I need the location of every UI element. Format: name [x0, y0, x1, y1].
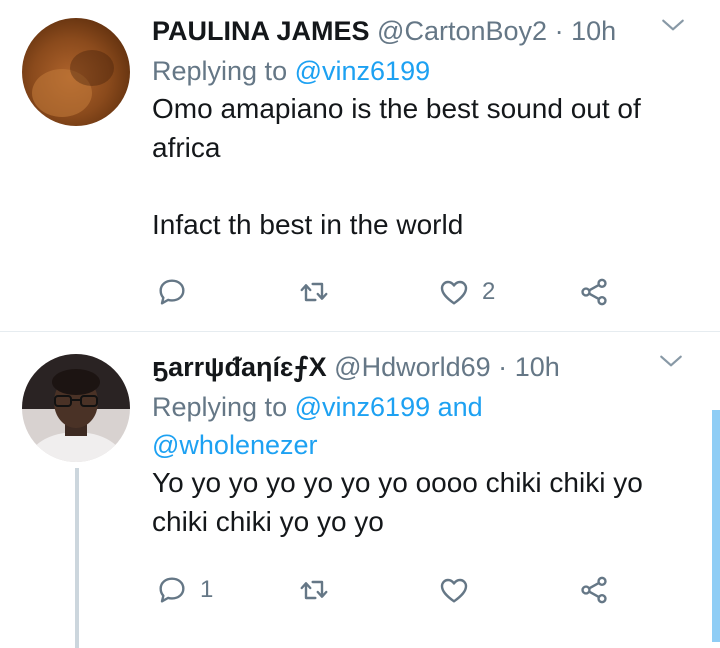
retweet-button[interactable] — [298, 570, 330, 610]
separator: · — [498, 352, 508, 382]
tweet-actions: 2 — [152, 272, 612, 312]
mention-link[interactable]: @vinz6199 — [295, 392, 431, 422]
reply-icon — [159, 279, 185, 305]
chevron-down-icon[interactable] — [660, 12, 686, 38]
retweet-button[interactable] — [298, 272, 330, 312]
user-handle[interactable]: @CartonBoy2 — [377, 16, 547, 46]
thread-line — [75, 468, 79, 648]
tweet-header: ҕarrψᵭaηíɛ⨍X @Hdworld69 · 10h — [152, 346, 706, 388]
chevron-down-icon[interactable] — [658, 348, 684, 374]
share-button[interactable] — [578, 272, 610, 312]
replying-prefix: Replying to — [152, 392, 288, 422]
tweet[interactable]: PAULINA JAMES @CartonBoy2 · 10h Replying… — [0, 0, 720, 332]
tweet-text-line: africa — [152, 131, 221, 163]
heart-icon — [440, 280, 468, 305]
reply-count: 1 — [200, 576, 214, 603]
scrollbar[interactable] — [712, 410, 720, 642]
mention-link[interactable]: @vinz6199 — [295, 56, 431, 86]
tweet-text-line: Omo amapiano is the best sound out of — [152, 93, 641, 124]
tweet-actions: 1 — [152, 570, 612, 610]
user-handle[interactable]: @Hdworld69 — [334, 352, 490, 382]
replying-prefix: Replying to — [152, 56, 288, 86]
like-button[interactable]: 2 — [438, 272, 495, 312]
share-icon — [581, 278, 607, 306]
retweet-icon — [300, 282, 328, 302]
like-button[interactable] — [438, 570, 470, 610]
mention-link[interactable]: @wholenezer — [152, 430, 318, 460]
heart-icon — [440, 578, 468, 603]
tweet-header: PAULINA JAMES @CartonBoy2 · 10h — [152, 10, 706, 52]
tweet-text: Yo yo yo yo yo yo yo oooo chiki chiki yo… — [152, 464, 706, 541]
replying-to: Replying to @vinz6199 and @wholenezer — [152, 388, 706, 464]
tweet-text-line: Yo yo yo yo yo yo yo oooo chiki chiki yo — [152, 467, 643, 498]
share-icon — [581, 576, 607, 604]
display-name[interactable]: PAULINA JAMES — [152, 16, 370, 46]
tweet[interactable]: ҕarrψᵭaηíɛ⨍X @Hdworld69 · 10h Replying t… — [0, 332, 720, 648]
like-count: 2 — [482, 278, 496, 305]
separator: · — [554, 16, 564, 46]
tweet-text-line: chiki chiki yo yo yo — [152, 505, 384, 537]
replying-joiner: and — [437, 392, 483, 422]
reply-icon — [159, 577, 185, 603]
display-name[interactable]: ҕarrψᵭaηíɛ⨍X — [152, 352, 327, 382]
avatar[interactable] — [22, 18, 130, 126]
tweet-text: Omo amapiano is the best sound out of af… — [152, 90, 706, 244]
timestamp[interactable]: 10h — [515, 352, 560, 382]
avatar[interactable] — [22, 354, 130, 462]
reply-button[interactable] — [156, 272, 188, 312]
reply-button[interactable]: 1 — [156, 570, 213, 610]
tweet-text-line: Infact th best in the world — [152, 208, 464, 240]
share-button[interactable] — [578, 570, 610, 610]
timestamp[interactable]: 10h — [571, 16, 616, 46]
retweet-icon — [300, 580, 328, 600]
replying-to: Replying to @vinz6199 — [152, 52, 706, 90]
